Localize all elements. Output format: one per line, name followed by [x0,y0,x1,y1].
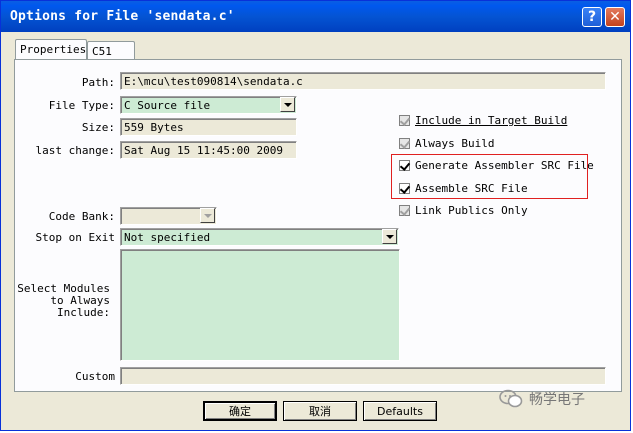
custom-label: Custom [75,370,115,383]
checkbox-label: Generate Assembler SRC File [415,158,594,172]
cancel-button-label: 取消 [309,405,331,418]
always-build-checkbox[interactable]: Always Build [399,135,494,151]
include-in-target-build-checkbox[interactable]: Include in Target Build [399,112,567,128]
checkbox-box [399,204,411,216]
size-field: 559 Bytes [120,118,297,136]
check-icon [399,182,411,194]
checkbox-box [399,182,411,194]
code-bank-dropdown-button [200,208,215,223]
ok-button-label: 确定 [229,405,251,418]
checkbox-label: Include in Target Build [415,113,568,127]
chat-bubbles-icon [499,389,523,408]
checkbox-box [399,137,411,149]
check-icon [399,204,411,216]
checkbox-box [399,159,411,171]
window-title: Options for File 'sendata.c' [10,9,235,24]
link-publics-only-checkbox[interactable]: Link Publics Only [399,202,528,218]
chevron-down-icon [203,213,212,218]
tab-properties[interactable]: Properties [15,39,87,61]
last-change-label: last change: [35,144,115,157]
ok-button[interactable]: 确定 [203,401,277,421]
check-icon [399,137,411,149]
close-icon: ✕ [609,9,621,25]
chevron-down-icon [385,234,394,239]
watermark: 畅学电子 [499,389,585,409]
options-dialog: Options for File 'sendata.c' ? ✕ Propert… [0,0,631,431]
file-type-select[interactable]: C Source file [120,96,297,114]
help-button[interactable]: ? [582,7,602,27]
checkbox-label: Assemble SRC File [415,181,528,195]
tab-properties-label: Properties [20,43,87,56]
custom-field [120,367,606,385]
defaults-button[interactable]: Defaults [363,401,437,421]
checkbox-label: Link Publics Only [415,203,528,217]
path-label: Path: [81,76,115,89]
file-type-dropdown-button[interactable] [280,97,295,112]
stop-on-exit-dropdown-button[interactable] [382,229,397,244]
tab-c51[interactable]: C51 [87,41,135,59]
checkbox-label: Always Build [415,136,495,150]
defaults-button-label: Defaults [377,404,423,418]
file-type-label: File Type: [48,99,115,112]
help-icon: ? [587,9,597,25]
select-modules-list[interactable] [120,249,400,361]
last-change-field: Sat Aug 15 11:45:00 2009 [120,141,297,159]
checkbox-box [399,114,411,126]
stop-on-exit-select[interactable]: Not specified [120,228,399,246]
code-bank-label: Code Bank: [48,210,115,223]
select-modules-label: Select Modules to Always Include: [11,283,110,319]
cancel-button[interactable]: 取消 [283,401,357,421]
tab-c51-label: C51 [92,45,112,58]
close-button[interactable]: ✕ [605,7,625,27]
stop-on-exit-label: Stop on Exit [35,231,115,244]
check-icon [399,159,411,171]
path-field: E:\mcu\test090814\sendata.c [120,72,606,90]
generate-assembler-src-checkbox[interactable]: Generate Assembler SRC File [399,157,594,173]
select-modules-label-line3: Include: [57,306,110,319]
title-bar[interactable]: Options for File 'sendata.c' ? ✕ [1,1,630,32]
chevron-down-icon [283,102,292,107]
stop-on-exit-value: Not specified [124,231,211,244]
assemble-src-file-checkbox[interactable]: Assemble SRC File [399,180,528,196]
size-label: Size: [81,121,115,134]
file-type-value: C Source file [124,99,211,112]
check-icon [399,114,411,126]
watermark-text: 畅学电子 [529,392,585,408]
